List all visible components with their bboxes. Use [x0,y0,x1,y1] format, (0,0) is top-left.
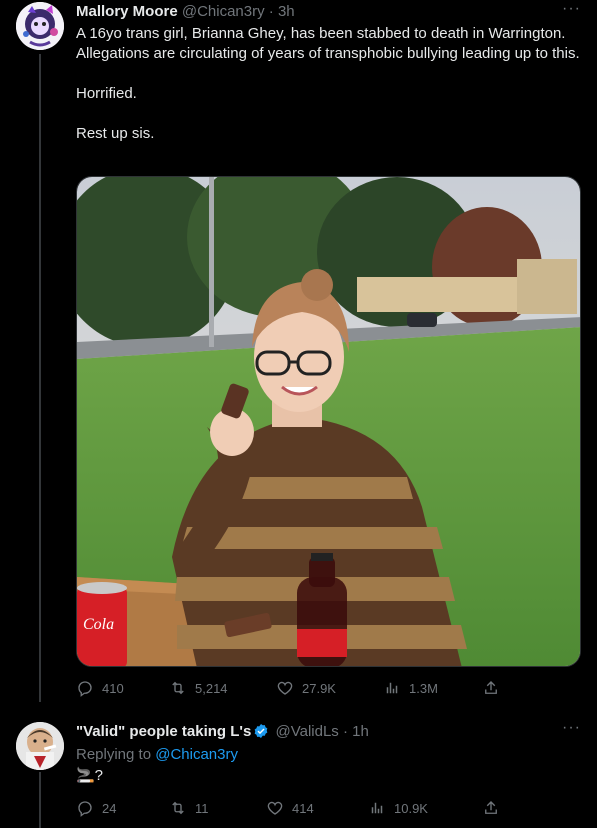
share-icon [485,801,497,814]
tweet-actions: 410 5,214 27.9K 1.3M [76,679,581,701]
tweet-header: Mallory Moore @Chican3ry · 3h [76,3,295,20]
tweet-paragraph: Horrified. [76,85,137,102]
author-handle[interactable]: @Chican3ry [182,3,265,20]
verified-badge-icon [253,723,269,743]
analytics-icon [386,682,398,694]
share-button[interactable] [482,799,500,817]
reply-actions: 24 11 414 10.9K [76,799,581,821]
retweet-icon [172,801,184,815]
reply-button[interactable]: 24 [76,799,116,817]
views-button[interactable]: 1.3M [383,679,438,697]
reply-header: "Valid" people taking L's @ValidLs · 1h [76,723,369,743]
view-count: 10.9K [394,800,428,816]
replying-to: Replying to @Chican3ry [76,746,238,763]
retweet-count: 11 [195,800,209,816]
retweet-button[interactable]: 5,214 [169,679,228,697]
reply-count: 410 [102,680,124,696]
timestamp[interactable]: · 3h [269,3,295,20]
reply-count: 24 [102,800,117,816]
heart-icon [267,801,283,815]
reply-icon [78,681,92,697]
tweet-paragraph: Rest up sis. [76,125,155,142]
share-button[interactable] [482,679,500,697]
analytics-icon [371,802,383,814]
views-button[interactable]: 10.9K [368,799,428,817]
share-icon [485,681,497,694]
more-options-icon[interactable]: ··· [562,0,581,18]
replying-to-label: Replying to [76,746,152,763]
thread-connector [39,54,41,702]
retweet-button[interactable]: 11 [169,799,209,817]
like-button[interactable]: 414 [266,799,314,817]
tweet-photo[interactable]: Cola [76,176,581,667]
retweet-count: 5,214 [195,680,228,696]
view-count: 1.3M [409,680,438,696]
avatar[interactable] [16,2,64,50]
author-name[interactable]: "Valid" people taking L's [76,723,251,740]
avatar[interactable] [16,722,64,770]
reply-text: 🚬? [76,767,104,784]
author-name[interactable]: Mallory Moore [76,3,178,20]
thread-connector-lower [39,772,41,828]
author-handle[interactable]: @ValidLs [276,723,339,740]
reply-button[interactable]: 410 [76,679,124,697]
reply-icon [78,801,92,817]
heart-icon [277,681,293,695]
like-count: 27.9K [302,680,336,696]
more-options-icon[interactable]: ··· [562,719,581,737]
replying-to-handle[interactable]: @Chican3ry [155,746,238,763]
timestamp[interactable]: · 1h [343,723,369,740]
like-count: 414 [292,800,314,816]
tweet-paragraph: A 16yo trans girl, Brianna Ghey, has bee… [76,25,580,62]
svg-text:Cola: Cola [83,616,114,633]
tweet-text: A 16yo trans girl, Brianna Ghey, has bee… [76,24,581,144]
retweet-icon [172,681,184,695]
like-button[interactable]: 27.9K [276,679,336,697]
